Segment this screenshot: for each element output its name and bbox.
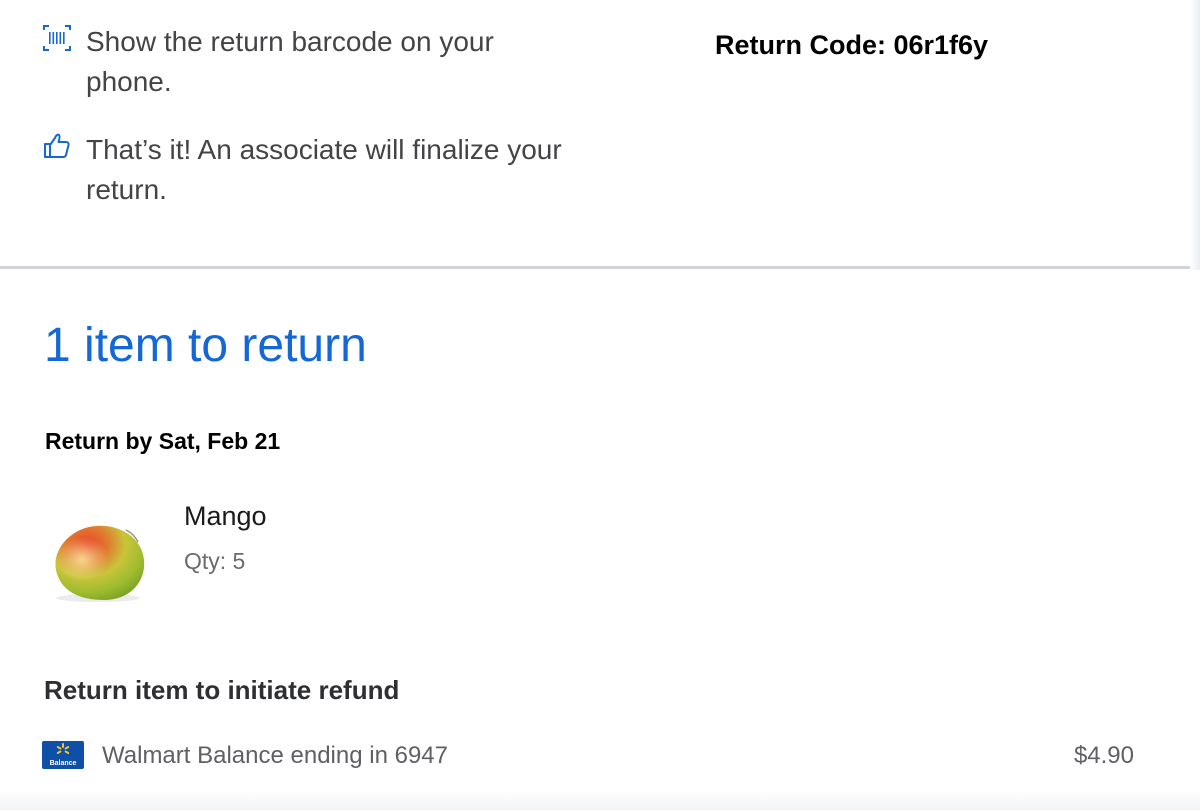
refund-method-label: Walmart Balance ending in 6947 xyxy=(102,742,448,769)
step-show-barcode: Show the return barcode on your phone. xyxy=(42,22,562,102)
bottom-edge xyxy=(0,790,1200,810)
step-text: That’s it! An associate will finalize yo… xyxy=(86,134,562,205)
refund-heading: Return item to initiate refund xyxy=(44,675,400,705)
step-text: Show the return barcode on your phone. xyxy=(86,26,494,97)
product-name[interactable]: Mango xyxy=(184,501,267,532)
refund-amount: $4.90 xyxy=(1073,742,1134,769)
step-associate-finalize: That’s it! An associate will finalize yo… xyxy=(42,130,562,210)
mango-image xyxy=(48,520,148,606)
return-steps: Show the return barcode on your phone. T… xyxy=(0,0,1190,268)
balance-card-label: Balance xyxy=(49,760,77,767)
thumbs-up-icon xyxy=(42,132,72,160)
items-to-return-title: 1 item to return xyxy=(44,319,367,372)
return-details-page: Show the return barcode on your phone. T… xyxy=(0,0,1200,810)
section-divider xyxy=(0,266,1190,269)
refund-method-row: Balance Walmart Balance ending in 6947 $… xyxy=(42,738,1134,778)
walmart-balance-card-icon: Balance xyxy=(42,741,84,769)
return-by-date: Return by Sat, Feb 21 xyxy=(45,428,281,454)
product-quantity: Qty: 5 xyxy=(184,548,246,574)
scroll-edge xyxy=(1190,0,1200,270)
barcode-icon xyxy=(42,24,72,52)
return-code: Return Code: 06r1f6y xyxy=(715,30,989,60)
